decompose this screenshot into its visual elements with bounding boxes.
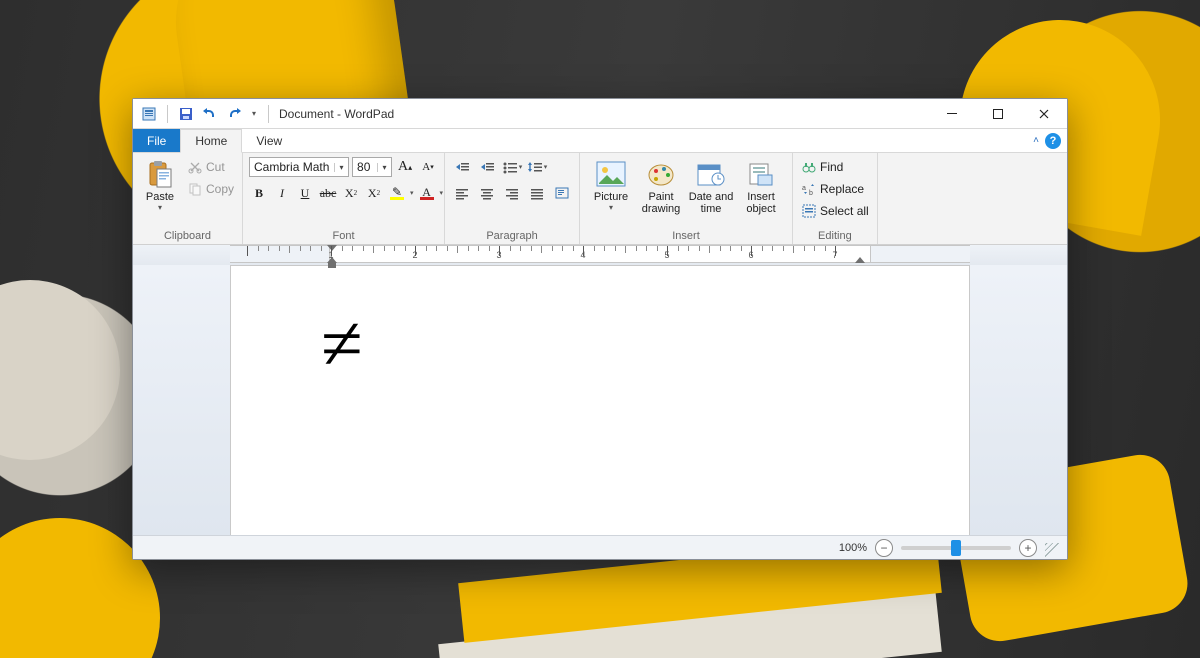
cut-button[interactable]: Cut — [185, 157, 236, 177]
replace-button[interactable]: ab Replace — [799, 179, 866, 199]
picture-icon — [595, 159, 627, 189]
window-title: Document - WordPad — [279, 107, 394, 121]
highlight-color-button[interactable]: ✎ — [387, 183, 407, 203]
superscript-button[interactable]: X2 — [364, 183, 384, 203]
paragraph-dialog-button[interactable] — [551, 183, 573, 203]
tab-home[interactable]: Home — [180, 129, 242, 153]
app-icon[interactable] — [139, 104, 159, 124]
document-content: ≠ — [321, 306, 879, 382]
strikethrough-button[interactable]: abc — [318, 183, 338, 203]
bold-button[interactable]: B — [249, 183, 269, 203]
find-button[interactable]: Find — [799, 157, 845, 177]
font-color-icon: A — [422, 187, 431, 197]
justify-button[interactable] — [526, 183, 548, 203]
zoom-out-button[interactable]: − — [875, 539, 893, 557]
group-label-insert: Insert — [586, 228, 786, 242]
group-paragraph: ▾ ▾ Paragraph — [445, 153, 580, 244]
svg-text:a: a — [802, 185, 806, 192]
align-left-button[interactable] — [451, 183, 473, 203]
document-page[interactable]: ≠ — [230, 265, 970, 535]
zoom-slider[interactable] — [901, 546, 1011, 550]
collapse-ribbon-icon[interactable]: ˄ — [1033, 135, 1039, 146]
document-area: ≠ — [133, 265, 1067, 535]
font-name-combo[interactable]: Cambria Math▾ — [249, 157, 349, 177]
grow-font-button[interactable]: A▴ — [395, 157, 415, 177]
resize-grip[interactable] — [1045, 543, 1059, 557]
redo-icon[interactable] — [224, 104, 244, 124]
highlighter-icon: ✎ — [392, 187, 402, 197]
insert-object-button[interactable]: Insert object — [736, 157, 786, 223]
shrink-font-button[interactable]: A▾ — [418, 157, 438, 177]
qat-customize-icon[interactable]: ▾ — [248, 104, 260, 124]
tab-file[interactable]: File — [133, 129, 180, 152]
undo-icon[interactable] — [200, 104, 220, 124]
palette-icon — [645, 159, 677, 189]
group-font: Cambria Math▾ 80▾ A▴ A▾ B I U abc X2 X2 — [243, 153, 445, 244]
insert-datetime-button[interactable]: Date and time — [686, 157, 736, 223]
select-all-button[interactable]: Select all — [799, 201, 871, 221]
minimize-button[interactable] — [929, 99, 975, 129]
horizontal-ruler[interactable]: 1234567 — [230, 245, 970, 263]
help-icon[interactable]: ? — [1045, 133, 1061, 149]
object-icon — [745, 159, 777, 189]
font-size-value: 80 — [353, 160, 377, 174]
group-label-paragraph: Paragraph — [451, 228, 573, 242]
select-all-label: Select all — [820, 204, 869, 218]
font-size-combo[interactable]: 80▾ — [352, 157, 392, 177]
underline-button[interactable]: U — [295, 183, 315, 203]
calendar-icon — [695, 159, 727, 189]
datetime-label: Date and time — [686, 191, 736, 215]
ribbon-tabs: File Home View ˄ ? — [133, 129, 1067, 153]
wordpad-window: ▾ Document - WordPad File Home View ˄ ? … — [132, 98, 1068, 560]
window-controls — [929, 99, 1067, 129]
zoom-label: 100% — [839, 542, 867, 554]
tab-view[interactable]: View — [242, 129, 296, 152]
group-label-font: Font — [249, 228, 438, 242]
status-bar: 100% − + — [133, 535, 1067, 559]
picture-label: Picture — [594, 191, 628, 203]
copy-button[interactable]: Copy — [185, 179, 236, 199]
replace-label: Replace — [820, 182, 864, 196]
svg-text:b: b — [809, 190, 813, 196]
quick-access-toolbar: ▾ — [139, 104, 273, 124]
font-name-value: Cambria Math — [250, 160, 334, 174]
ribbon: Paste ▾ Cut Copy Clipboard — [133, 153, 1067, 245]
group-editing: Find ab Replace Select all Editing — [793, 153, 878, 244]
scissors-icon — [187, 159, 203, 175]
maximize-button[interactable] — [975, 99, 1021, 129]
font-color-button[interactable]: A — [417, 183, 437, 203]
copy-icon — [187, 181, 203, 197]
decrease-indent-button[interactable] — [451, 157, 473, 177]
replace-icon: ab — [801, 181, 817, 197]
copy-label: Copy — [206, 182, 234, 196]
ruler-area: 1234567 — [133, 245, 1067, 265]
group-label-clipboard: Clipboard — [139, 228, 236, 242]
insert-picture-button[interactable]: Picture▾ — [586, 157, 636, 223]
group-clipboard: Paste ▾ Cut Copy Clipboard — [133, 153, 243, 244]
paste-button[interactable]: Paste ▾ — [139, 157, 181, 223]
align-right-button[interactable] — [501, 183, 523, 203]
object-label: Insert object — [736, 191, 786, 215]
paste-label: Paste — [146, 191, 174, 203]
increase-indent-button[interactable] — [476, 157, 498, 177]
line-spacing-button[interactable]: ▾ — [526, 157, 548, 177]
group-label-editing: Editing — [799, 228, 871, 242]
paint-label: Paint drawing — [636, 191, 686, 215]
subscript-button[interactable]: X2 — [341, 183, 361, 203]
bullets-button[interactable]: ▾ — [501, 157, 523, 177]
select-all-icon — [801, 203, 817, 219]
italic-button[interactable]: I — [272, 183, 292, 203]
insert-paint-button[interactable]: Paint drawing — [636, 157, 686, 223]
find-label: Find — [820, 160, 843, 174]
zoom-in-button[interactable]: + — [1019, 539, 1037, 557]
title-bar: ▾ Document - WordPad — [133, 99, 1067, 129]
close-button[interactable] — [1021, 99, 1067, 129]
align-center-button[interactable] — [476, 183, 498, 203]
binoculars-icon — [801, 159, 817, 175]
save-icon[interactable] — [176, 104, 196, 124]
group-insert: Picture▾ Paint drawing Date and time Ins… — [580, 153, 793, 244]
cut-label: Cut — [206, 160, 225, 174]
